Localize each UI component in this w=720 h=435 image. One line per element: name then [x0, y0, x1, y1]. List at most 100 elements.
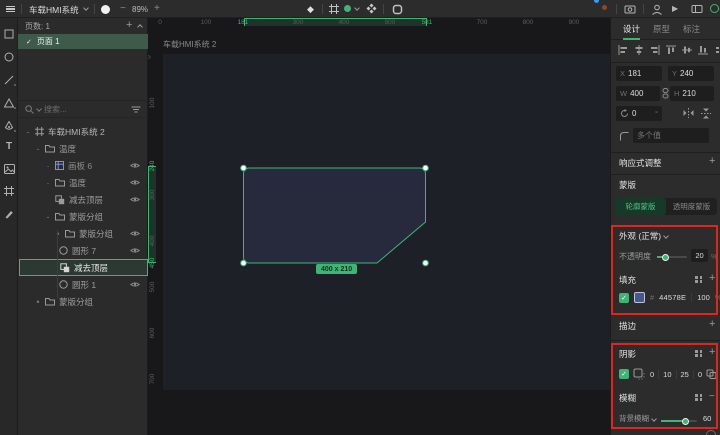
appearance-header[interactable]: 外观 (正常) — [619, 230, 669, 242]
flip-vertical-icon[interactable] — [701, 108, 711, 119]
height-input[interactable]: H 210 — [670, 86, 714, 101]
tab-design[interactable]: 设计 — [623, 18, 641, 40]
shadow-y-input[interactable]: 10 — [663, 370, 671, 379]
shadow-visible-checkbox[interactable]: ✓ — [619, 369, 629, 379]
add-responsive-button[interactable]: + — [709, 156, 715, 167]
selected-shape[interactable] — [148, 18, 610, 435]
layer-row-boolean[interactable]: 减去顶层 — [18, 191, 148, 208]
remove-blur-button[interactable]: − — [709, 392, 715, 402]
layer-row-circle1[interactable]: 圆形 1 — [18, 276, 148, 293]
width-input[interactable]: W 400 — [616, 86, 660, 101]
visibility-eye-icon[interactable] — [130, 281, 140, 288]
frame-overlay-icon[interactable] — [329, 4, 339, 14]
shadow-blend-icon[interactable] — [706, 369, 717, 379]
rectangle-tool-icon[interactable] — [3, 28, 15, 40]
collaborator-avatar[interactable] — [101, 4, 110, 14]
move-tool-icon[interactable]: ◆ — [307, 4, 314, 15]
visibility-eye-icon[interactable] — [130, 247, 140, 254]
layer-row-circle7[interactable]: 圆形 7 — [18, 242, 148, 259]
line-tool-icon[interactable] — [3, 74, 16, 86]
opacity-value-input[interactable]: 20 — [691, 249, 708, 262]
zoom-out-button[interactable]: − — [120, 4, 126, 14]
add-page-button[interactable]: + — [126, 20, 132, 31]
expander-icon[interactable]: - — [35, 144, 41, 154]
layer-row-root-frame[interactable]: - 车载HMI系统 2 — [18, 123, 148, 140]
opacity-slider[interactable] — [657, 253, 687, 261]
align-top-icon[interactable] — [666, 45, 676, 55]
color-dropdown-chevron-icon[interactable] — [354, 5, 360, 11]
visibility-eye-icon[interactable] — [130, 162, 140, 169]
layer-row-subgroup[interactable]: · 温度 — [18, 174, 148, 191]
opacity-mask-button[interactable]: 透明度蒙版 — [666, 198, 717, 215]
fill-style-library-icon[interactable] — [695, 276, 703, 283]
visibility-eye-icon[interactable] — [130, 230, 140, 237]
blur-style-library-icon[interactable] — [695, 394, 703, 401]
shadow-spread-input[interactable]: 0 — [698, 370, 702, 379]
image-tool-icon[interactable] — [3, 163, 15, 175]
layer-row-maskgroup-nested[interactable]: • 蒙版分组 — [18, 225, 148, 242]
layer-row-group[interactable]: - 温度 — [18, 140, 148, 157]
align-center-v-icon[interactable] — [682, 45, 692, 55]
collapse-pages-icon[interactable] — [137, 24, 143, 30]
expander-icon[interactable]: - — [45, 212, 51, 222]
document-menu-chevron-icon[interactable] — [83, 5, 89, 11]
add-fill-button[interactable]: + — [709, 273, 715, 284]
y-input[interactable]: Y 240 — [668, 66, 714, 81]
shadow-blur-input[interactable]: 25 — [681, 370, 689, 379]
component-icon[interactable] — [366, 3, 377, 14]
zoom-level[interactable]: 89% — [132, 5, 148, 14]
history-icon[interactable] — [624, 4, 636, 14]
layer-row-selected-subtract[interactable]: 减去顶层 — [19, 259, 148, 276]
align-bottom-icon[interactable] — [698, 45, 708, 55]
text-tool-icon[interactable]: T — [3, 140, 15, 152]
share-user-icon[interactable] — [651, 4, 663, 15]
main-menu-icon[interactable] — [6, 4, 15, 14]
page-item-selected[interactable]: ✓ 页面 1 — [18, 34, 148, 49]
align-left-icon[interactable] — [618, 45, 628, 55]
filter-icon[interactable] — [131, 105, 141, 114]
pen-tool-icon[interactable] — [3, 120, 16, 132]
fill-visible-checkbox[interactable]: ✓ — [619, 292, 629, 303]
rotation-input[interactable]: 0 ° — [616, 106, 662, 121]
expander-icon[interactable]: - — [25, 127, 31, 137]
constrain-proportions-icon[interactable] — [662, 88, 669, 99]
fill-color-swatch[interactable] — [634, 292, 645, 303]
layer-search[interactable]: 搜索... — [18, 100, 148, 118]
zoom-in-button[interactable]: + — [154, 4, 160, 14]
corner-radius-input[interactable]: 多个值 — [633, 128, 709, 143]
flip-horizontal-icon[interactable] — [683, 108, 694, 118]
tab-prototype[interactable]: 原型 — [653, 18, 670, 40]
layer-row-board[interactable]: · 画板 6 — [18, 157, 148, 174]
play-preview-icon[interactable]: ▶ — [672, 4, 678, 13]
add-shadow-button[interactable]: + — [709, 347, 715, 358]
fill-hex-input[interactable]: 44578E — [659, 293, 686, 302]
tab-inspect[interactable]: 标注 — [683, 18, 700, 40]
mask-tool-icon[interactable] — [392, 4, 403, 15]
layer-row-maskgroup[interactable]: - 蒙版分组 — [18, 208, 148, 225]
canvas[interactable]: 0 100 181 300 400 500 581 700 800 900 0 … — [148, 18, 610, 435]
shadow-type-icon[interactable] — [633, 368, 646, 380]
polygon-tool-icon[interactable] — [3, 97, 16, 109]
visibility-eye-icon[interactable] — [130, 196, 140, 203]
ellipse-tool-icon[interactable] — [3, 51, 15, 63]
document-title[interactable]: 车载HMI系统 — [29, 4, 79, 16]
fill-color-dot[interactable] — [344, 5, 351, 12]
align-center-h-icon[interactable] — [634, 45, 644, 55]
shadow-x-input[interactable]: 0 — [650, 370, 654, 379]
visibility-eye-icon[interactable] — [130, 179, 140, 186]
brush-tool-icon[interactable] — [3, 208, 15, 220]
frame-tool-icon[interactable] — [3, 185, 15, 197]
blur-value[interactable]: 60 — [703, 414, 711, 423]
distribute-menu[interactable] — [716, 46, 720, 54]
blur-type-select[interactable]: 背景模糊 — [619, 413, 649, 424]
shadow-style-library-icon[interactable] — [695, 350, 703, 357]
outline-mask-button[interactable]: 轮廓蒙版 — [615, 198, 666, 215]
layer-row-maskgroup-2[interactable]: • 蒙版分组 — [18, 293, 148, 310]
blur-slider[interactable] — [661, 417, 697, 425]
add-stroke-button[interactable]: + — [709, 319, 715, 330]
help-button[interactable] — [706, 430, 716, 435]
align-right-icon[interactable] — [650, 45, 660, 55]
layout-panel-icon[interactable] — [691, 4, 703, 14]
x-input[interactable]: X 181 — [616, 66, 662, 81]
fill-opacity-input[interactable]: 100 — [697, 293, 710, 302]
